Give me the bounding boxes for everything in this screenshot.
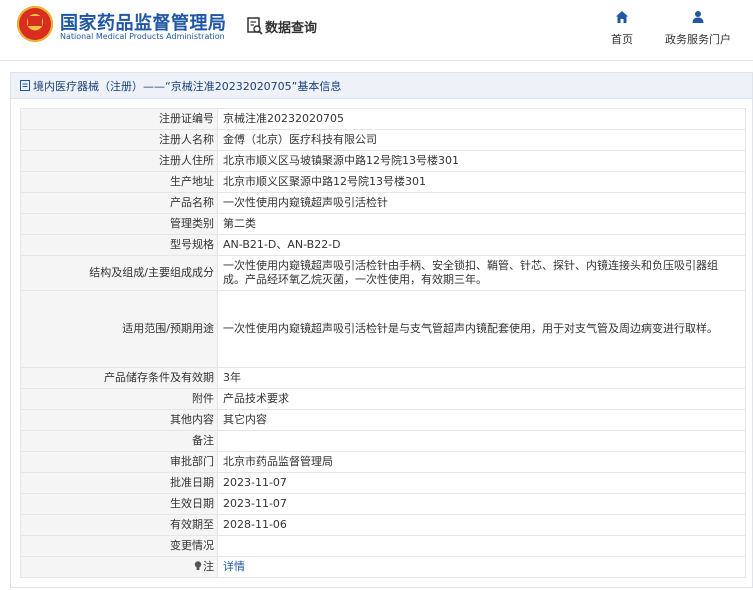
registration-info-table: 注册证编号 京械注准20232020705 注册人名称 金傅（北京）医疗科技有限… xyxy=(20,108,746,578)
table-row: 生产地址 北京市顺义区聚源中路12号院13号楼301 xyxy=(20,171,746,193)
field-value: 金傅（北京）医疗科技有限公司 xyxy=(217,129,746,151)
table-row: 注 详情 xyxy=(20,556,746,578)
table-row: 注册人名称 金傅（北京）医疗科技有限公司 xyxy=(20,129,746,151)
field-value xyxy=(217,535,746,557)
table-row: 其他内容 其它内容 xyxy=(20,409,746,431)
field-value: 3年 xyxy=(217,367,746,389)
table-row: 注册证编号 京械注准20232020705 xyxy=(20,108,746,130)
field-label: 附件 xyxy=(20,388,218,410)
field-value: 一次性使用内窥镜超声吸引活检针由手柄、安全锁扣、鞘管、针芯、探针、内镜连接头和负… xyxy=(217,255,746,291)
field-value: 2028-11-06 xyxy=(217,514,746,536)
field-label: 产品名称 xyxy=(20,192,218,214)
nav-service-portal-label: 政务服务门户 xyxy=(665,33,731,46)
panel-title-bar: 境内医疗器械（注册）——“京械注准20232020705”基本信息 xyxy=(11,73,752,99)
table-row: 适用范围/预期用途 一次性使用内窥镜超声吸引活检针是与支气管超声内镜配套使用，用… xyxy=(20,290,746,368)
field-value: AN-B21-D、AN-B22-D xyxy=(217,234,746,256)
field-label: 生产地址 xyxy=(20,171,218,193)
field-value: 北京市顺义区聚源中路12号院13号楼301 xyxy=(217,171,746,193)
field-label: 变更情况 xyxy=(20,535,218,557)
header-divider xyxy=(0,60,753,61)
table-row: 有效期至 2028-11-06 xyxy=(20,514,746,536)
table-row: 批准日期 2023-11-07 xyxy=(20,472,746,494)
table-row: 附件 产品技术要求 xyxy=(20,388,746,410)
field-value-cell: 详情 xyxy=(217,556,746,578)
table-row: 变更情况 xyxy=(20,535,746,557)
nav-service-portal[interactable]: 政务服务门户 xyxy=(660,10,736,47)
site-title-en: National Medical Products Administration xyxy=(60,32,225,41)
note-label-cell: 注 xyxy=(20,556,218,578)
field-label: 结构及组成/主要组成成分 xyxy=(20,255,218,291)
field-label: 其他内容 xyxy=(20,409,218,431)
field-label: 审批部门 xyxy=(20,451,218,473)
field-label: 注 xyxy=(203,560,214,573)
table-row: 产品储存条件及有效期 3年 xyxy=(20,367,746,389)
field-label: 有效期至 xyxy=(20,514,218,536)
table-row: 结构及组成/主要组成成分 一次性使用内窥镜超声吸引活检针由手柄、安全锁扣、鞘管、… xyxy=(20,255,746,291)
field-label: 适用范围/预期用途 xyxy=(20,290,218,368)
field-label: 注册人名称 xyxy=(20,129,218,151)
field-label: 管理类别 xyxy=(20,213,218,235)
table-row: 产品名称 一次性使用内窥镜超声吸引活检针 xyxy=(20,192,746,214)
nav-home[interactable]: 首页 xyxy=(605,10,639,47)
field-label: 备注 xyxy=(20,430,218,452)
field-value: 第二类 xyxy=(217,213,746,235)
field-value: 北京市药品监督管理局 xyxy=(217,451,746,473)
field-value: 其它内容 xyxy=(217,409,746,431)
nav-home-label: 首页 xyxy=(611,33,633,46)
table-row: 审批部门 北京市药品监督管理局 xyxy=(20,451,746,473)
detail-panel: 境内医疗器械（注册）——“京械注准20232020705”基本信息 注册证编号 … xyxy=(10,72,753,588)
home-icon xyxy=(616,11,628,23)
table-row: 生效日期 2023-11-07 xyxy=(20,493,746,515)
document-icon xyxy=(20,80,30,91)
field-label: 注册人住所 xyxy=(20,150,218,172)
field-value xyxy=(217,430,746,452)
table-row: 管理类别 第二类 xyxy=(20,213,746,235)
site-header: 国家药品监督管理局 National Medical Products Admi… xyxy=(0,0,753,60)
field-value: 京械注准20232020705 xyxy=(217,108,746,130)
field-value: 一次性使用内窥镜超声吸引活检针 xyxy=(217,192,746,214)
field-label: 产品储存条件及有效期 xyxy=(20,367,218,389)
details-link[interactable]: 详情 xyxy=(223,560,245,573)
search-document-icon xyxy=(247,17,263,35)
lightbulb-icon xyxy=(194,561,202,570)
user-icon xyxy=(692,11,704,23)
data-query-link[interactable]: 数据查询 xyxy=(265,17,317,36)
field-value: 2023-11-07 xyxy=(217,493,746,515)
field-label: 型号规格 xyxy=(20,234,218,256)
field-label: 生效日期 xyxy=(20,493,218,515)
table-row: 注册人住所 北京市顺义区马坡镇聚源中路12号院13号楼301 xyxy=(20,150,746,172)
field-value: 2023-11-07 xyxy=(217,472,746,494)
field-label: 注册证编号 xyxy=(20,108,218,130)
panel-title: 境内医疗器械（注册）——“京械注准20232020705”基本信息 xyxy=(33,79,342,93)
field-value: 北京市顺义区马坡镇聚源中路12号院13号楼301 xyxy=(217,150,746,172)
field-value: 产品技术要求 xyxy=(217,388,746,410)
field-label: 批准日期 xyxy=(20,472,218,494)
field-value: 一次性使用内窥镜超声吸引活检针是与支气管超声内镜配套使用，用于对支气管及周边病变… xyxy=(217,290,746,368)
national-emblem-logo xyxy=(17,6,53,42)
table-row: 备注 xyxy=(20,430,746,452)
table-row: 型号规格 AN-B21-D、AN-B22-D xyxy=(20,234,746,256)
